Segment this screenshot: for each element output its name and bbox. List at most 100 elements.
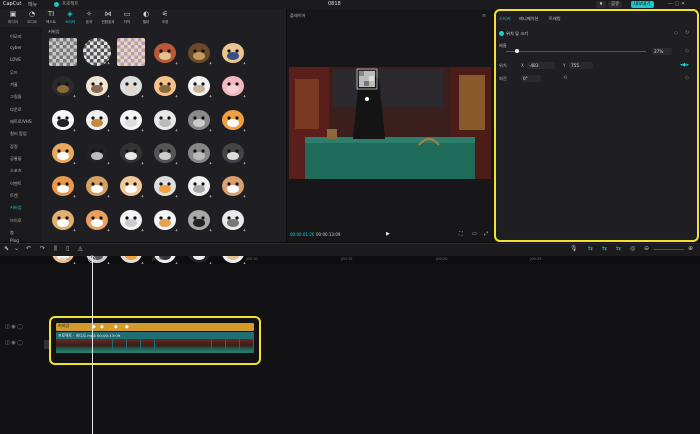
nav-item-active[interactable]: 커버업 (10, 205, 22, 211)
rotation-keyframe-icon[interactable]: ◇ (685, 75, 689, 81)
diamond-icon[interactable]: ◇ (674, 30, 678, 36)
fullscreen-icon[interactable]: ⤢ (484, 231, 488, 237)
tool-audio[interactable]: ◔ 오디오 (23, 10, 41, 26)
download-icon[interactable] (243, 95, 246, 98)
download-icon[interactable] (175, 228, 178, 232)
chevron-down-icon[interactable]: ⌄ (14, 245, 19, 252)
playhead-handle-icon[interactable]: ◯ (88, 255, 96, 263)
download-icon[interactable] (73, 161, 76, 165)
tab-tracking[interactable]: 트래킹 (549, 16, 561, 22)
download-icon[interactable] (209, 95, 212, 98)
track-visibility-icon[interactable]: ◫ ◉ ◯ (5, 340, 23, 346)
mic-icon[interactable]: 🎙 (570, 245, 578, 252)
nav-item[interactable]: 다운로 (10, 107, 22, 113)
snap-icon[interactable]: ⇆ (616, 245, 621, 252)
download-icon[interactable] (73, 95, 76, 98)
download-icon[interactable] (141, 128, 144, 132)
tool-text[interactable]: TI 텍스트 (42, 10, 60, 26)
download-icon[interactable] (141, 195, 144, 198)
download-icon[interactable] (209, 128, 212, 132)
nav-item[interactable]: 레트로/VHS (10, 119, 32, 125)
scale-slider-track[interactable] (506, 51, 646, 52)
download-icon[interactable] (73, 128, 76, 132)
project-name[interactable]: 프로젝트 (62, 1, 79, 7)
nav-item[interactable]: 겨울 (10, 82, 18, 88)
download-icon[interactable] (141, 95, 144, 98)
download-icon[interactable] (209, 161, 212, 165)
download-icon[interactable] (73, 195, 76, 198)
download-icon[interactable] (107, 161, 110, 165)
download-icon[interactable] (141, 228, 144, 232)
tool-media[interactable]: ▣ 미디어 (4, 10, 22, 26)
download-icon[interactable] (243, 228, 246, 232)
mask-icon[interactable]: ◬ (78, 245, 83, 252)
download-icon[interactable] (107, 228, 110, 232)
export-button[interactable]: 내보내기 (631, 1, 654, 8)
rotate-icon[interactable]: ⟲ (563, 75, 567, 81)
scale-keyframe-icon[interactable]: ◇ (685, 48, 689, 54)
link-icon[interactable]: ⇆ (588, 245, 593, 252)
nav-item[interactable]: 컬러 팝업 (10, 131, 27, 137)
nav-item[interactable]: LOVE (10, 57, 21, 62)
nav-item[interactable]: 그림들 (10, 94, 22, 100)
tool-transition[interactable]: ⋈ 전환효과 (99, 10, 117, 26)
section-toggle-icon[interactable] (499, 31, 504, 36)
tool-filter[interactable]: ◐ 필터 (137, 10, 155, 26)
tab-sticker[interactable]: 스티커 (499, 16, 511, 22)
tool-caption[interactable]: ▭ 자막 (118, 10, 136, 26)
play-icon[interactable]: ▶ (386, 231, 390, 237)
menu-button[interactable]: 메뉴 (28, 1, 37, 8)
fit-screen-icon[interactable]: ⛶ (459, 231, 463, 237)
tool-effects[interactable]: ✧ 효과 (80, 10, 98, 26)
download-icon[interactable] (175, 128, 178, 132)
position-keyframe-icon[interactable]: ◂◆▸ (680, 62, 689, 68)
redo-icon[interactable]: ↷ (40, 245, 45, 252)
nav-item[interactable]: 이모지 (10, 34, 22, 40)
split-icon[interactable]: ⫼ (54, 245, 57, 253)
download-icon[interactable] (107, 95, 110, 98)
pro-badge-icon[interactable]: ♦ (596, 1, 607, 8)
nav-item[interactable]: 스포츠 (10, 168, 22, 174)
tool-sticker[interactable]: ◈ 스티커 (61, 10, 79, 26)
download-icon[interactable] (243, 128, 246, 132)
pos-x-input[interactable]: -483 (527, 62, 555, 69)
nav-item[interactable]: 트렌 (10, 193, 18, 199)
download-icon[interactable] (175, 161, 178, 165)
playhead[interactable] (92, 256, 93, 434)
reset-icon[interactable]: ↻ (685, 30, 689, 36)
nav-item[interactable]: cyber (10, 45, 22, 50)
download-icon[interactable] (243, 161, 246, 165)
nav-item[interactable]: 공룡들 (10, 156, 22, 162)
download-icon[interactable] (175, 62, 178, 65)
track-lock-icon[interactable]: ◫ ◉ ◯ (5, 324, 23, 330)
preview-icon[interactable]: ◎ (630, 245, 635, 252)
tab-animation[interactable]: 애니메이션 (519, 16, 538, 22)
download-icon[interactable] (243, 195, 246, 198)
player-menu-icon[interactable]: ≡ (482, 13, 486, 19)
video-preview[interactable] (289, 67, 491, 179)
select-tool-icon[interactable]: ⬉ (4, 245, 9, 252)
pos-y-input[interactable]: 755 (569, 62, 593, 69)
download-icon[interactable] (73, 62, 76, 65)
magnet-icon[interactable]: ⇆ (602, 245, 607, 252)
nav-item[interactable]: 브이로 (10, 218, 22, 224)
download-icon[interactable] (141, 62, 144, 65)
zoom-slider[interactable] (654, 249, 684, 250)
download-icon[interactable] (209, 228, 212, 232)
undo-icon[interactable]: ↶ (26, 245, 31, 252)
tool-adjust[interactable]: ⚟ 조정 (156, 10, 174, 26)
nav-item[interactable]: 봄 (10, 230, 14, 236)
zoom-in-icon[interactable]: ⊕ (688, 245, 693, 252)
zoom-out-icon[interactable]: ⊖ (644, 245, 649, 252)
nav-item[interactable]: 무드 (10, 70, 18, 76)
scale-input[interactable]: 27% (652, 48, 672, 55)
download-icon[interactable] (107, 128, 110, 132)
download-icon[interactable] (209, 62, 212, 65)
download-icon[interactable] (243, 62, 246, 65)
download-icon[interactable] (141, 161, 144, 165)
download-icon[interactable] (175, 95, 178, 98)
window-controls-icon[interactable]: — ▢ ✕ (668, 1, 685, 7)
download-icon[interactable] (209, 195, 212, 198)
download-icon[interactable] (73, 228, 76, 232)
ratio-icon[interactable]: ▭ (472, 231, 477, 237)
